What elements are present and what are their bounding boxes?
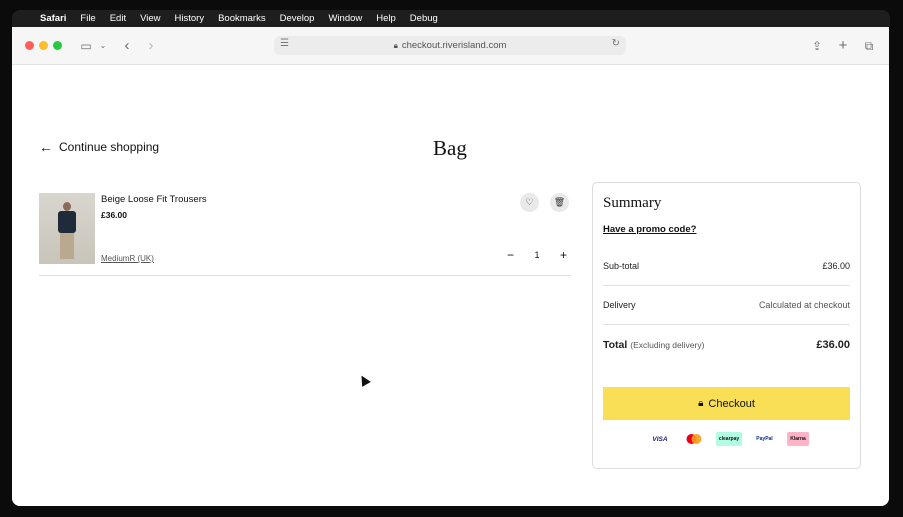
url-text: checkout.riverisland.com: [401, 40, 507, 51]
tab-overview-icon[interactable]: ⧉: [861, 37, 877, 55]
menu-view[interactable]: View: [140, 13, 160, 24]
reload-icon[interactable]: ↻: [612, 38, 620, 49]
page-menu-icon[interactable]: ☰: [280, 38, 289, 49]
arrow-left-icon: ←: [39, 139, 53, 155]
total-label: Total (Excluding delivery): [603, 339, 705, 351]
divider: [603, 324, 850, 325]
minimize-window-button[interactable]: [39, 41, 48, 50]
divider: [603, 285, 850, 286]
subtotal-row: Sub-total £36.00: [603, 261, 850, 271]
address-bar[interactable]: ☰ 🔒︎ checkout.riverisland.com ↻: [274, 36, 626, 55]
subtotal-label: Sub-total: [603, 261, 640, 271]
checkout-page: ← Continue shopping Bag Beige Loose Fit …: [12, 65, 889, 506]
menu-file[interactable]: File: [80, 13, 95, 24]
menu-develop[interactable]: Develop: [280, 13, 315, 24]
clearpay-logo: clearpay: [716, 432, 742, 446]
decrease-quantity-button[interactable]: −: [507, 248, 514, 262]
visa-logo: VISA: [652, 435, 668, 443]
menu-debug[interactable]: Debug: [410, 13, 438, 24]
checkout-label: Checkout: [708, 397, 755, 410]
chevron-down-icon[interactable]: ⌄: [98, 37, 108, 55]
close-window-button[interactable]: [25, 41, 34, 50]
lock-icon: 🔒︎: [393, 40, 398, 50]
back-icon[interactable]: ‹: [120, 37, 134, 55]
total-value: £36.00: [816, 339, 850, 351]
menu-window[interactable]: Window: [328, 13, 362, 24]
delivery-value: Calculated at checkout: [758, 300, 850, 310]
total-note: (Excluding delivery): [630, 340, 705, 350]
bag-item: Beige Loose Fit Trousers £36.00 MediumR …: [39, 193, 571, 276]
promo-code-link[interactable]: Have a promo code?: [603, 224, 696, 235]
menu-help[interactable]: Help: [376, 13, 396, 24]
summary-title: Summary: [603, 195, 662, 211]
menu-history[interactable]: History: [175, 13, 205, 24]
klarna-logo: Klarna: [787, 432, 809, 446]
quantity-stepper: − 1 +: [507, 248, 567, 262]
checkout-button[interactable]: 🔒︎ Checkout: [603, 387, 850, 420]
sidebar-toggle-icon[interactable]: ▭: [78, 37, 94, 55]
order-summary: Summary Have a promo code? Sub-total £36…: [592, 182, 861, 469]
product-size[interactable]: MediumR (UK): [101, 254, 154, 263]
delivery-label: Delivery: [603, 300, 636, 310]
quantity-value: 1: [534, 250, 540, 260]
continue-shopping-link[interactable]: ← Continue shopping: [39, 139, 159, 155]
zoom-window-button[interactable]: [53, 41, 62, 50]
trash-icon: 🗑︎: [553, 197, 566, 207]
total-row: Total (Excluding delivery) £36.00: [603, 339, 850, 351]
menu-bookmarks[interactable]: Bookmarks: [218, 13, 266, 24]
new-tab-icon[interactable]: +: [836, 37, 850, 55]
heart-icon: ♡: [525, 197, 534, 207]
product-price: £36.00: [101, 210, 127, 220]
share-icon[interactable]: ⇪: [810, 37, 824, 55]
subtotal-value: £36.00: [822, 261, 850, 271]
payment-methods: VISA clearpay PayPal Klarna: [649, 432, 809, 446]
continue-shopping-label: Continue shopping: [59, 140, 160, 154]
macos-menubar: Safari File Edit View History Bookmarks …: [12, 10, 890, 27]
lock-icon: 🔒︎: [698, 398, 704, 409]
mastercard-logo: [683, 432, 705, 446]
menu-safari[interactable]: Safari: [40, 13, 66, 24]
browser-window: ▭ ⌄ ‹ › ☰ 🔒︎ checkout.riverisland.com ↻ …: [12, 27, 889, 506]
menu-edit[interactable]: Edit: [110, 13, 126, 24]
paypal-logo: PayPal: [756, 436, 773, 442]
delete-item-button[interactable]: 🗑︎: [550, 193, 569, 212]
screen-frame: Safari File Edit View History Bookmarks …: [0, 0, 903, 517]
wishlist-button[interactable]: ♡: [520, 193, 539, 212]
mouse-cursor: [357, 373, 371, 387]
forward-icon[interactable]: ›: [144, 37, 158, 55]
delivery-row: Delivery Calculated at checkout: [603, 300, 850, 310]
page-title: Bag: [433, 136, 467, 160]
product-name[interactable]: Beige Loose Fit Trousers: [101, 194, 207, 205]
increase-quantity-button[interactable]: +: [560, 248, 567, 262]
browser-toolbar: ▭ ⌄ ‹ › ☰ 🔒︎ checkout.riverisland.com ↻ …: [12, 27, 889, 65]
product-image[interactable]: [39, 193, 95, 264]
